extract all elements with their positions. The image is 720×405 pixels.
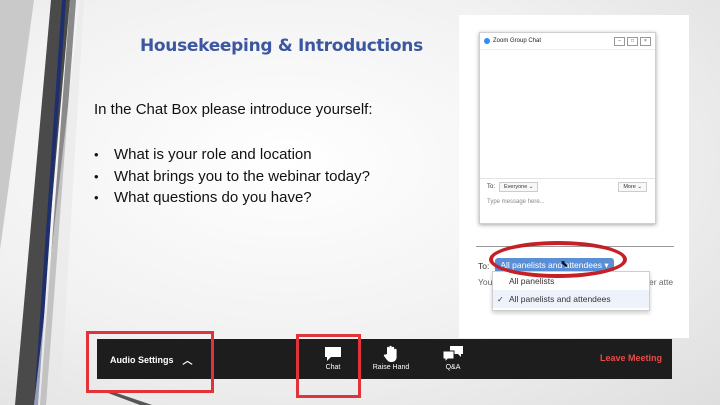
dropdown-option[interactable]: ✓ All panelists and attendees: [493, 290, 649, 308]
dropdown-option-label: All panelists and attendees: [509, 294, 611, 304]
zoom-group-chat-window: Zoom Group Chat – □ × To: Everyone ⌄ Mor…: [479, 32, 656, 224]
bullet-list: • What is your role and location • What br…: [94, 144, 370, 209]
qa-icon: [428, 344, 478, 364]
partial-text-right: er atte: [649, 277, 674, 287]
bullet-dot-icon: •: [94, 190, 99, 206]
qa-label: Q&A: [445, 364, 461, 371]
bullet-dot-icon: •: [94, 168, 99, 184]
recipient-select[interactable]: Everyone ⌄: [499, 182, 539, 192]
audio-settings-highlight-box: [86, 331, 214, 393]
chat-divider: [480, 178, 655, 179]
slide-title: Housekeeping & Introductions: [140, 36, 423, 56]
raise-hand-button[interactable]: Raise Hand: [366, 344, 416, 371]
mouse-cursor-icon: ⬉: [560, 259, 569, 270]
chat-recipient-row: To: Everyone ⌄ More ⌄: [487, 182, 647, 192]
raise-hand-label: Raise Hand: [372, 364, 410, 371]
raise-hand-icon: [366, 344, 416, 364]
chat-to-label: To:: [487, 184, 496, 190]
bullet-text: What questions do you have?: [114, 189, 312, 207]
maximize-icon[interactable]: □: [627, 36, 638, 46]
bullet-dot-icon: •: [94, 147, 99, 163]
minimize-icon[interactable]: –: [614, 36, 625, 46]
bullet-item: • What brings you to the webinar today?: [94, 166, 370, 188]
recipient-value: Everyone: [504, 184, 528, 190]
chat-titlebar: Zoom Group Chat – □ ×: [480, 33, 655, 50]
window-controls: – □ ×: [614, 36, 655, 46]
message-input[interactable]: Type message here...: [487, 199, 545, 205]
qa-button[interactable]: Q&A: [428, 344, 478, 371]
chat-highlight-box: [296, 334, 361, 398]
leave-meeting-button[interactable]: Leave Meeting: [600, 353, 662, 363]
more-label: More: [623, 184, 636, 190]
partial-text-left: You: [478, 277, 493, 287]
checkmark-icon: ✓: [497, 294, 504, 304]
bullet-item: • What questions do you have?: [94, 187, 370, 209]
dropdown-to-label: To:: [478, 260, 490, 271]
chat-window-title: Zoom Group Chat: [493, 38, 542, 44]
bullet-text: What brings you to the webinar today?: [114, 167, 370, 185]
bullet-item: • What is your role and location: [94, 144, 370, 166]
bullet-text: What is your role and location: [114, 146, 312, 164]
zoom-logo-icon: [484, 38, 490, 44]
deco-light-band: [0, 0, 34, 250]
more-button[interactable]: More ⌄: [618, 182, 647, 192]
highlight-ellipse: [489, 241, 627, 278]
close-icon[interactable]: ×: [640, 36, 651, 46]
intro-text: In the Chat Box please introduce yoursel…: [94, 101, 373, 118]
